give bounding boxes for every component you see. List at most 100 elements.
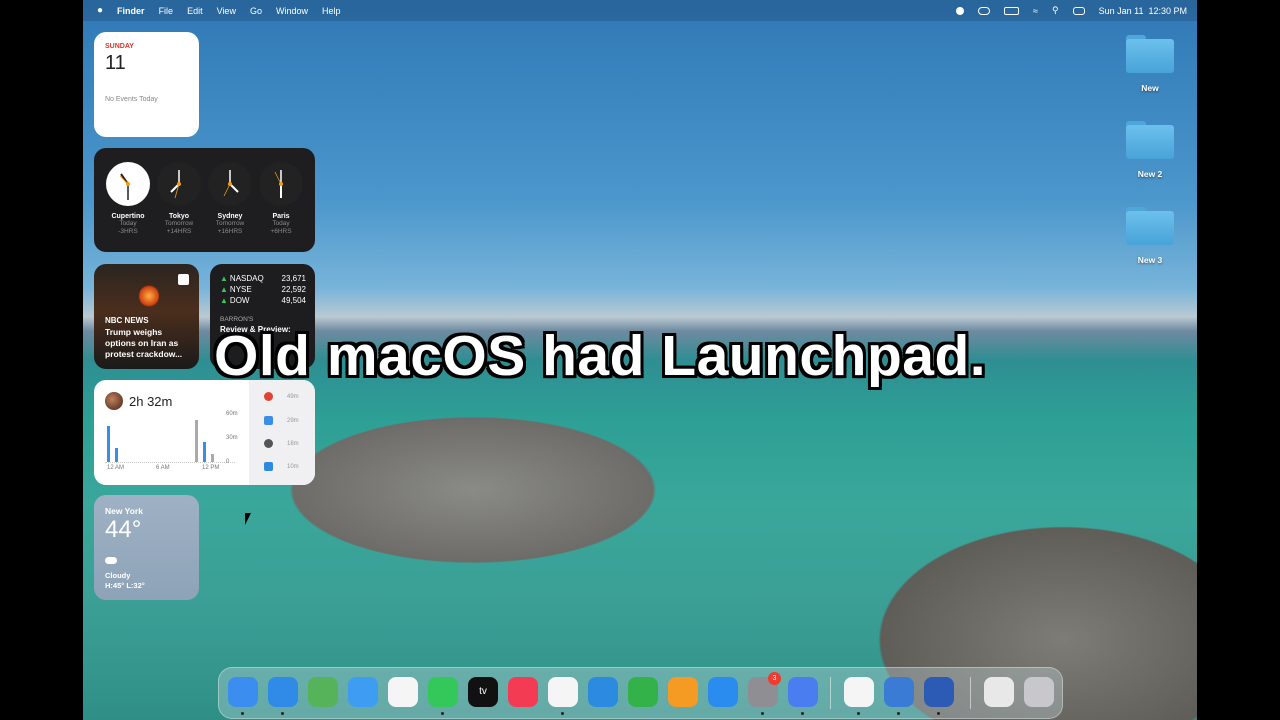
numbers-icon[interactable] — [628, 677, 658, 707]
menu-window[interactable]: Window — [276, 6, 308, 16]
x-tick: 12 AM — [107, 465, 125, 471]
desktop-folder-new-3[interactable]: New 3 — [1117, 207, 1183, 265]
music-icon[interactable] — [508, 677, 538, 707]
record-icon[interactable] — [956, 6, 965, 15]
app-usage-row: 10m — [264, 462, 299, 471]
screen-time-widget[interactable]: 2h 32m 60m 30m 0 12 AM 6 AM 12 PM 49m 29… — [94, 380, 315, 485]
control-center-icon[interactable] — [1072, 6, 1085, 15]
folder-label: New — [1141, 83, 1159, 93]
menu-app-name[interactable]: Finder — [117, 6, 145, 16]
pages-icon[interactable] — [668, 677, 698, 707]
cloud-icon — [105, 557, 117, 564]
app-icon[interactable] — [924, 677, 954, 707]
stock-value: 23,671 — [281, 274, 306, 283]
app-usage-row: 18m — [264, 439, 299, 448]
folder-label: New 2 — [1137, 169, 1163, 179]
safari-icon[interactable] — [268, 677, 298, 707]
screen-time-total: 2h 32m — [129, 394, 173, 409]
usage-bar — [203, 442, 206, 462]
running-indicator — [937, 712, 940, 715]
menu-help[interactable]: Help — [322, 6, 341, 16]
appstore-icon[interactable] — [708, 677, 738, 707]
y-tick: 0 — [226, 459, 230, 465]
folder-icon — [1126, 35, 1174, 73]
finder-icon[interactable] — [228, 677, 258, 707]
trash-icon[interactable] — [1024, 677, 1054, 707]
x-tick: 12 PM — [202, 465, 220, 471]
clock-tokyo: Tokyo Tomorrow +14HRS — [154, 162, 204, 236]
apple-icon[interactable]: ● — [97, 5, 103, 16]
notification-badge: 3 — [768, 672, 781, 685]
screen-time-chart — [105, 414, 235, 463]
running-indicator — [801, 712, 804, 715]
menu-file[interactable]: File — [159, 6, 174, 16]
usage-bar — [115, 448, 118, 462]
clock-day: Tomorrow — [215, 220, 245, 227]
running-indicator — [857, 712, 860, 715]
iphone-mirroring-icon[interactable] — [788, 677, 818, 707]
menu-bar: ● Finder File Edit View Go Window Help ≈… — [83, 0, 1197, 21]
weather-temp: 44° — [105, 516, 142, 543]
tv-icon[interactable]: tv — [468, 677, 498, 707]
clock-sydney: Sydney Tomorrow +16HRS — [205, 162, 255, 236]
weather-widget[interactable]: New York 44° Cloudy H:45° L:32° — [94, 495, 199, 600]
x-tick: 6 AM — [156, 465, 170, 471]
menu-go[interactable]: Go — [250, 6, 262, 16]
calendar-events: No Events Today — [105, 96, 158, 103]
news-source: NBC NEWS — [105, 316, 149, 325]
chrome-icon[interactable] — [844, 677, 874, 707]
clock-day: Tomorrow — [164, 220, 194, 227]
stock-row: ▲ NYSE 22,592 — [220, 285, 306, 294]
clock-face-icon — [259, 162, 303, 206]
app-usage-row: 49m — [264, 392, 299, 401]
dock-separator — [830, 677, 831, 709]
app-usage-time: 29m — [287, 417, 299, 424]
messages-icon[interactable] — [428, 677, 458, 707]
y-tick: 30m — [226, 435, 238, 441]
running-indicator — [281, 712, 284, 715]
keynote-icon[interactable] — [588, 677, 618, 707]
mouse-pointer-icon — [245, 513, 251, 525]
running-indicator — [241, 712, 244, 715]
clock-city: Sydney — [217, 213, 243, 220]
news-widget[interactable]: NBC NEWS Trump weighs options on Iran as… — [94, 264, 199, 369]
clock-day: Today — [272, 220, 290, 227]
weather-hilo: H:45° L:32° — [105, 581, 145, 590]
stock-symbol: NYSE — [229, 285, 252, 294]
news-logo-icon — [178, 274, 189, 285]
calendar-weekday: SUNDAY — [105, 43, 134, 50]
desktop-folder-new[interactable]: New — [1117, 35, 1183, 93]
battery-icon[interactable] — [1004, 6, 1020, 15]
clock-offset: -3HRS — [118, 228, 138, 235]
menu-clock[interactable]: Sun Jan 11 12:30 PM — [1099, 6, 1187, 16]
app-usage-time: 18m — [287, 440, 299, 447]
menu-view[interactable]: View — [217, 6, 236, 16]
wifi-icon[interactable]: ≈ — [1033, 6, 1038, 16]
search-icon[interactable]: ⚲ — [1052, 5, 1059, 16]
clock-face-icon — [106, 162, 150, 206]
mail-icon[interactable] — [348, 677, 378, 707]
folder-icon — [1126, 207, 1174, 245]
preview-icon[interactable] — [984, 677, 1014, 707]
news-icon[interactable] — [548, 677, 578, 707]
maps-icon[interactable] — [308, 677, 338, 707]
clock-offset: +16HRS — [217, 228, 243, 235]
creative-cloud-icon[interactable] — [978, 6, 991, 15]
desktop-folder-new-2[interactable]: New 2 — [1117, 121, 1183, 179]
clock-day: Today — [119, 220, 137, 227]
clock-offset: +6HRS — [270, 228, 292, 235]
finder-icon — [264, 416, 273, 425]
clock-face-icon — [208, 162, 252, 206]
reminders-icon[interactable] — [388, 677, 418, 707]
calendar-widget[interactable]: SUNDAY 11 No Events Today — [94, 32, 199, 137]
world-clock-widget[interactable]: Cupertino Today -3HRS Tokyo Tomorrow +14… — [94, 148, 315, 252]
menu-edit[interactable]: Edit — [187, 6, 203, 16]
dock: tv 3 — [218, 667, 1063, 719]
usage-bar — [107, 426, 110, 462]
news-headline: Trump weighs options on Iran as protest … — [105, 327, 183, 359]
up-arrow-icon: ▲ — [220, 285, 228, 294]
up-arrow-icon: ▲ — [220, 296, 228, 305]
calendar-date: 11 — [105, 52, 126, 74]
quicktime-icon[interactable] — [884, 677, 914, 707]
stock-row: ▲ NASDAQ 23,671 — [220, 274, 306, 283]
